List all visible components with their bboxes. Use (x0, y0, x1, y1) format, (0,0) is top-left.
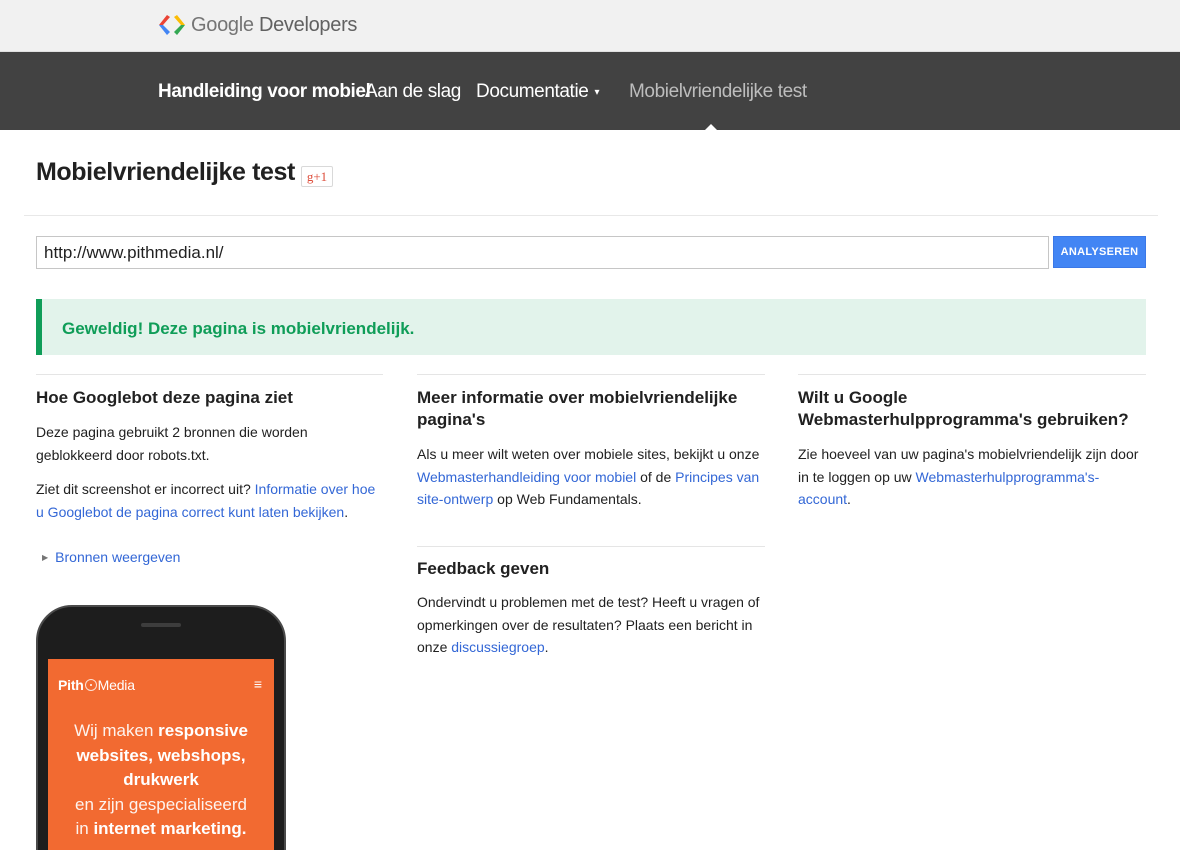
nav-item-documentatie[interactable]: Documentatie ▾ (476, 81, 599, 103)
hero-line: en zijn gespecialiseerd (48, 793, 274, 818)
screenshot-help-end: . (344, 503, 349, 520)
hero-line-bold: drukwerk (123, 770, 199, 789)
top-bar: Google Developers (0, 0, 1180, 52)
phone-preview: Pith Media ≡ Wij maken responsive website… (36, 605, 286, 850)
mobile-guide-link[interactable]: Webmasterhandleiding voor mobiel (417, 469, 636, 485)
more-info-text-3: op Web Fundamentals. (493, 491, 642, 507)
feedback-text: Ondervindt u problemen met de test? Heef… (417, 591, 765, 659)
feedback-section: Feedback geven Ondervindt u problemen me… (417, 546, 765, 659)
hamburger-menu-icon: ≡ (253, 676, 262, 692)
nav-item-mobielvriendelijke-test[interactable]: Mobielvriendelijke test (629, 81, 807, 103)
webmaster-tools-text-end: . (847, 491, 851, 507)
discussion-group-link[interactable]: discussiegroep (451, 639, 544, 655)
phone-hero-text: Wij maken responsive websites, webshops,… (48, 719, 274, 842)
screenshot-help-prefix: Ziet dit screenshot er incorrect uit? (36, 481, 255, 497)
webmaster-tools-heading: Wilt u Google Webmasterhulpprogramma's g… (798, 388, 1129, 429)
url-input[interactable] (36, 236, 1049, 269)
chevron-down-icon: ▾ (594, 87, 600, 98)
feedback-heading: Feedback geven (417, 559, 550, 578)
result-banner: Geweldig! Deze pagina is mobielvriendeli… (36, 299, 1146, 355)
active-tab-indicator (704, 124, 718, 131)
nav-item-documentatie-label: Documentatie (476, 81, 589, 102)
more-info-section: Meer informatie over mobielvriendelijke … (417, 374, 765, 511)
pithmedia-logo-a: Pith (58, 677, 84, 693)
pithmedia-ring-icon (84, 679, 97, 691)
feedback-text-end: . (544, 639, 549, 655)
blocked-resources-text: Deze pagina gebruikt 2 bronnen die worde… (36, 424, 308, 463)
divider (24, 215, 1158, 216)
googlebot-section: Hoe Googlebot deze pagina ziet Deze pagi… (36, 374, 383, 523)
hero-line-bold: internet marketing. (93, 819, 247, 838)
logo-text-developers: Developers (258, 13, 358, 36)
screenshot-help-text: Ziet dit screenshot er incorrect uit? In… (36, 478, 383, 523)
hero-line: drukwerk (48, 768, 274, 793)
pithmedia-logo-b: Media (97, 677, 135, 693)
result-message: Geweldig! Deze pagina is mobielvriendeli… (62, 319, 415, 338)
page-title: Mobielvriendelijke test (36, 158, 295, 186)
phone-screenshot: Pith Media ≡ Wij maken responsive website… (48, 659, 274, 850)
webmaster-tools-section: Wilt u Google Webmasterhulpprogramma's g… (798, 374, 1146, 511)
more-info-text-2: of de (636, 468, 676, 485)
hero-line-bold: websites, webshops, (76, 745, 246, 765)
google-plus-one-button[interactable]: g+1 (301, 166, 333, 187)
analyze-button[interactable]: ANALYSEREN (1053, 236, 1146, 268)
google-developers-logo[interactable]: Google Developers (158, 13, 357, 37)
hero-line-bold: responsive (158, 721, 248, 740)
phone-speaker (141, 623, 181, 627)
google-developers-logo-icon (159, 15, 185, 35)
hero-line-text: Wij maken (74, 721, 159, 740)
hero-line: websites, webshops, (48, 744, 274, 769)
more-info-text: Als u meer wilt weten over mobiele sites… (417, 443, 765, 511)
more-info-heading: Meer informatie over mobielvriendelijke … (417, 388, 738, 429)
nav-item-aan-de-slag[interactable]: Aan de slag (365, 81, 461, 103)
show-resources-link[interactable]: ▶ Bronnen weergeven (42, 549, 180, 565)
show-resources-label: Bronnen weergeven (55, 549, 181, 565)
expand-triangle-icon: ▶ (42, 553, 49, 562)
nav-brand[interactable]: Handleiding voor mobiel (158, 81, 371, 103)
hero-line: Wij maken responsive (48, 719, 274, 744)
googlebot-heading: Hoe Googlebot deze pagina ziet (36, 388, 293, 407)
hero-line: in internet marketing. (48, 817, 274, 842)
hero-line-text: in (75, 819, 94, 838)
webmaster-tools-text: Zie hoeveel van uw pagina's mobielvriend… (798, 443, 1146, 511)
more-info-text-1: Als u meer wilt weten over mobiele sites… (417, 446, 760, 462)
main-nav: Handleiding voor mobiel Aan de slag Docu… (0, 52, 1180, 130)
pithmedia-logo: Pith Media (58, 677, 135, 693)
logo-text-google: Google (191, 13, 254, 36)
hero-line-text: en zijn gespecialiseerd (75, 794, 247, 814)
